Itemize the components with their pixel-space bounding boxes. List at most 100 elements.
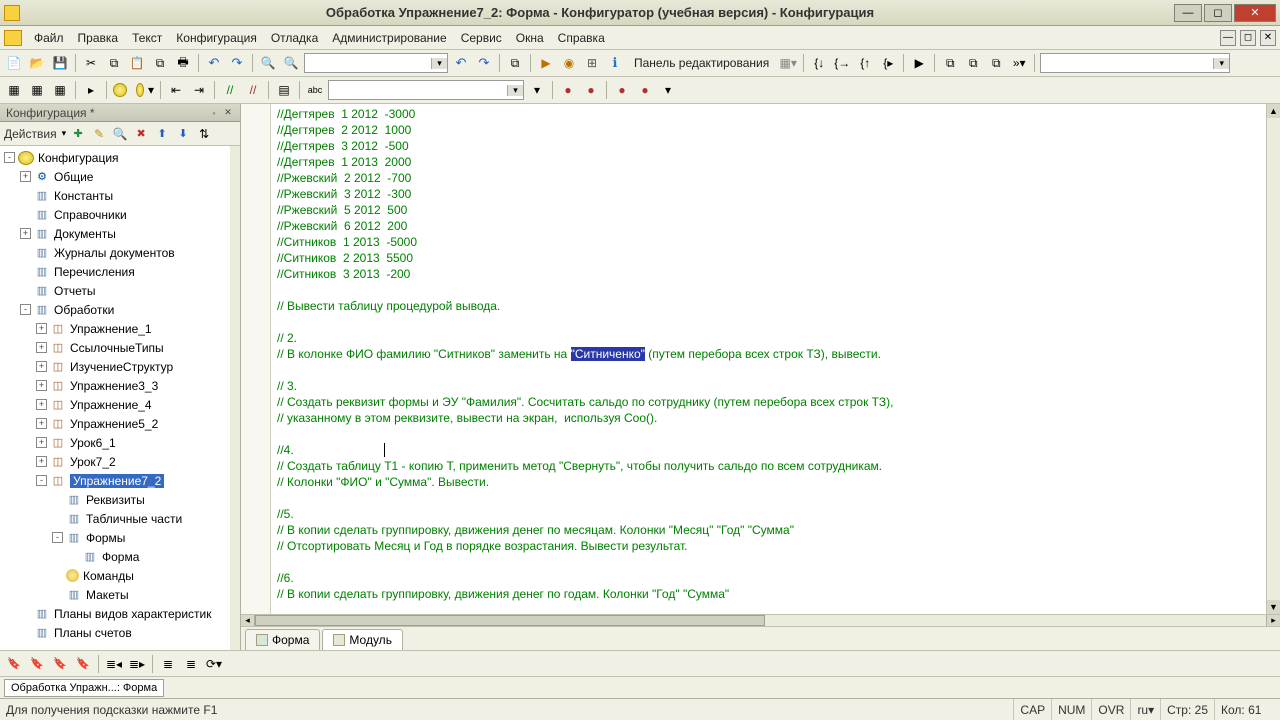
save-button[interactable] bbox=[50, 53, 70, 73]
find-combo[interactable]: ▾ bbox=[304, 53, 448, 73]
tree-row[interactable]: +◫Упражнение5_2 bbox=[0, 414, 240, 433]
debug-start-button[interactable]: ▶ bbox=[536, 53, 556, 73]
tree-row[interactable]: ▥Макеты bbox=[0, 585, 240, 604]
calc-button[interactable]: ⊞ bbox=[582, 53, 602, 73]
run-to-button[interactable]: {▸ bbox=[878, 53, 898, 73]
tree-row[interactable]: -Конфигурация bbox=[0, 148, 240, 167]
tree-toggle-icon[interactable]: + bbox=[36, 342, 47, 353]
step-out-button[interactable]: {↑ bbox=[855, 53, 875, 73]
breakpoint-button[interactable] bbox=[558, 80, 578, 100]
move-up-button[interactable] bbox=[153, 125, 171, 143]
paste-button[interactable] bbox=[127, 53, 147, 73]
tree-row[interactable]: ▥Планы счетов bbox=[0, 623, 240, 642]
tree-row[interactable]: +◫СсылочныеТипы bbox=[0, 338, 240, 357]
bookmark-prev-button[interactable] bbox=[50, 654, 70, 674]
tree-row[interactable]: ▥Справочники bbox=[0, 205, 240, 224]
tree-scrollbar[interactable] bbox=[230, 146, 240, 650]
tt-world-b[interactable]: ▾ bbox=[135, 80, 155, 100]
code-line[interactable]: //Ржевский 5 2012 500 bbox=[277, 202, 1266, 218]
code-line[interactable] bbox=[277, 314, 1266, 330]
proc-combo[interactable]: ▾ bbox=[328, 80, 524, 100]
code-line[interactable]: // В копии сделать группировку, движения… bbox=[277, 522, 1266, 538]
menu-правка[interactable]: Правка bbox=[72, 29, 125, 47]
tree-row[interactable]: ▥Константы bbox=[0, 186, 240, 205]
status-lang[interactable]: ru ▾ bbox=[1130, 699, 1160, 720]
document-tab[interactable]: Обработка Упражн...: Форма bbox=[4, 679, 164, 697]
copy-button[interactable] bbox=[104, 53, 124, 73]
sidebar-pin-button[interactable]: ◦ bbox=[208, 107, 220, 119]
debug-attach-button[interactable]: ◉ bbox=[559, 53, 579, 73]
tt-doc[interactable]: ▤ bbox=[274, 80, 294, 100]
edit-panel-label[interactable]: Панель редактирования bbox=[628, 54, 775, 72]
code-line[interactable]: //Ситников 2 2013 5500 bbox=[277, 250, 1266, 266]
menu-отладка[interactable]: Отладка bbox=[265, 29, 324, 47]
code-line[interactable]: //Дегтярев 2 2012 1000 bbox=[277, 122, 1266, 138]
tt-abc[interactable]: abc bbox=[305, 80, 325, 100]
vertical-scrollbar[interactable]: ▲▼ bbox=[1266, 104, 1280, 614]
minimize-button[interactable]: — bbox=[1174, 4, 1202, 22]
tree-find-button[interactable] bbox=[111, 125, 129, 143]
code-line[interactable]: // Вывести таблицу процедурой вывода. bbox=[277, 298, 1266, 314]
comment-button[interactable]: // bbox=[220, 80, 240, 100]
info-button[interactable] bbox=[605, 53, 625, 73]
code-line[interactable] bbox=[277, 282, 1266, 298]
tree-toggle-icon[interactable]: + bbox=[36, 361, 47, 372]
find-button[interactable] bbox=[281, 53, 301, 73]
open-button[interactable] bbox=[27, 53, 47, 73]
tt-indent-r[interactable]: ⇥ bbox=[189, 80, 209, 100]
code-line[interactable]: //Ржевский 6 2012 200 bbox=[277, 218, 1266, 234]
code-line[interactable]: //Ржевский 2 2012 -700 bbox=[277, 170, 1266, 186]
code-line[interactable]: // указанному в этом реквизите, вывести … bbox=[277, 410, 1266, 426]
tree-toggle-icon[interactable]: + bbox=[20, 228, 31, 239]
tt-world-a[interactable] bbox=[112, 80, 132, 100]
panel-button-1[interactable]: ▦▾ bbox=[778, 53, 798, 73]
tt-2[interactable]: ▦ bbox=[27, 80, 47, 100]
menu-файл[interactable]: Файл bbox=[28, 29, 70, 47]
format-button[interactable]: ⟳▾ bbox=[204, 654, 224, 674]
win-c[interactable] bbox=[986, 53, 1006, 73]
code-line[interactable]: //Ситников 3 2013 -200 bbox=[277, 266, 1266, 282]
undo-button[interactable] bbox=[204, 53, 224, 73]
tab-форма[interactable]: Форма bbox=[245, 629, 320, 650]
breakpoints-del-button[interactable] bbox=[635, 80, 655, 100]
bookmark-toggle-button[interactable] bbox=[4, 654, 24, 674]
code-line[interactable]: //Ржевский 3 2012 -300 bbox=[277, 186, 1266, 202]
tree-row[interactable]: ▥Реквизиты bbox=[0, 490, 240, 509]
step-into-button[interactable]: {↓ bbox=[809, 53, 829, 73]
tree-row[interactable]: +◫Упражнение_1 bbox=[0, 319, 240, 338]
win-b[interactable] bbox=[963, 53, 983, 73]
code-line[interactable]: //Дегтярев 3 2012 -500 bbox=[277, 138, 1266, 154]
tree-toggle-icon[interactable]: - bbox=[4, 152, 15, 163]
win-a[interactable] bbox=[940, 53, 960, 73]
wand-button[interactable]: ✎ bbox=[90, 125, 108, 143]
gutter[interactable] bbox=[241, 104, 271, 614]
go-button[interactable]: ▶ bbox=[909, 53, 929, 73]
menu-справка[interactable]: Справка bbox=[552, 29, 611, 47]
code-line[interactable] bbox=[277, 554, 1266, 570]
code-line[interactable]: //4. bbox=[277, 442, 1266, 458]
print-button[interactable] bbox=[173, 53, 193, 73]
tree-toggle-icon[interactable]: + bbox=[20, 171, 31, 182]
find-prev-button[interactable] bbox=[451, 53, 471, 73]
breakpoints-list-button[interactable] bbox=[612, 80, 632, 100]
code-line[interactable] bbox=[277, 490, 1266, 506]
mdi-minimize-button[interactable]: — bbox=[1220, 30, 1236, 46]
tree-row[interactable]: -▥Формы bbox=[0, 528, 240, 547]
tree-row[interactable]: +▥Документы bbox=[0, 224, 240, 243]
config-tree[interactable]: -Конфигурация+⚙Общие▥Константы▥Справочни… bbox=[0, 146, 240, 650]
code-line[interactable]: // В копии сделать группировку, движения… bbox=[277, 586, 1266, 602]
code-line[interactable]: // Колонки "ФИО" и "Сумма". Вывести. bbox=[277, 474, 1266, 490]
tab-модуль[interactable]: Модуль bbox=[322, 629, 403, 650]
tree-row[interactable]: ▥Журналы документов bbox=[0, 243, 240, 262]
indent-button[interactable]: ≣▸ bbox=[127, 654, 147, 674]
bookmark-clear-button[interactable] bbox=[73, 654, 93, 674]
tree-row[interactable]: ▥Планы видов характеристик bbox=[0, 604, 240, 623]
code-line[interactable]: //5. bbox=[277, 506, 1266, 522]
tt-4[interactable]: ▸ bbox=[81, 80, 101, 100]
code-line[interactable]: //Дегтярев 1 2012 -3000 bbox=[277, 106, 1266, 122]
code-line[interactable]: // В колонке ФИО фамилию "Ситников" заме… bbox=[277, 346, 1266, 362]
goto-button[interactable] bbox=[258, 53, 278, 73]
code-line[interactable]: //6. bbox=[277, 570, 1266, 586]
tree-row[interactable]: Команды bbox=[0, 566, 240, 585]
code-line[interactable]: // 3. bbox=[277, 378, 1266, 394]
